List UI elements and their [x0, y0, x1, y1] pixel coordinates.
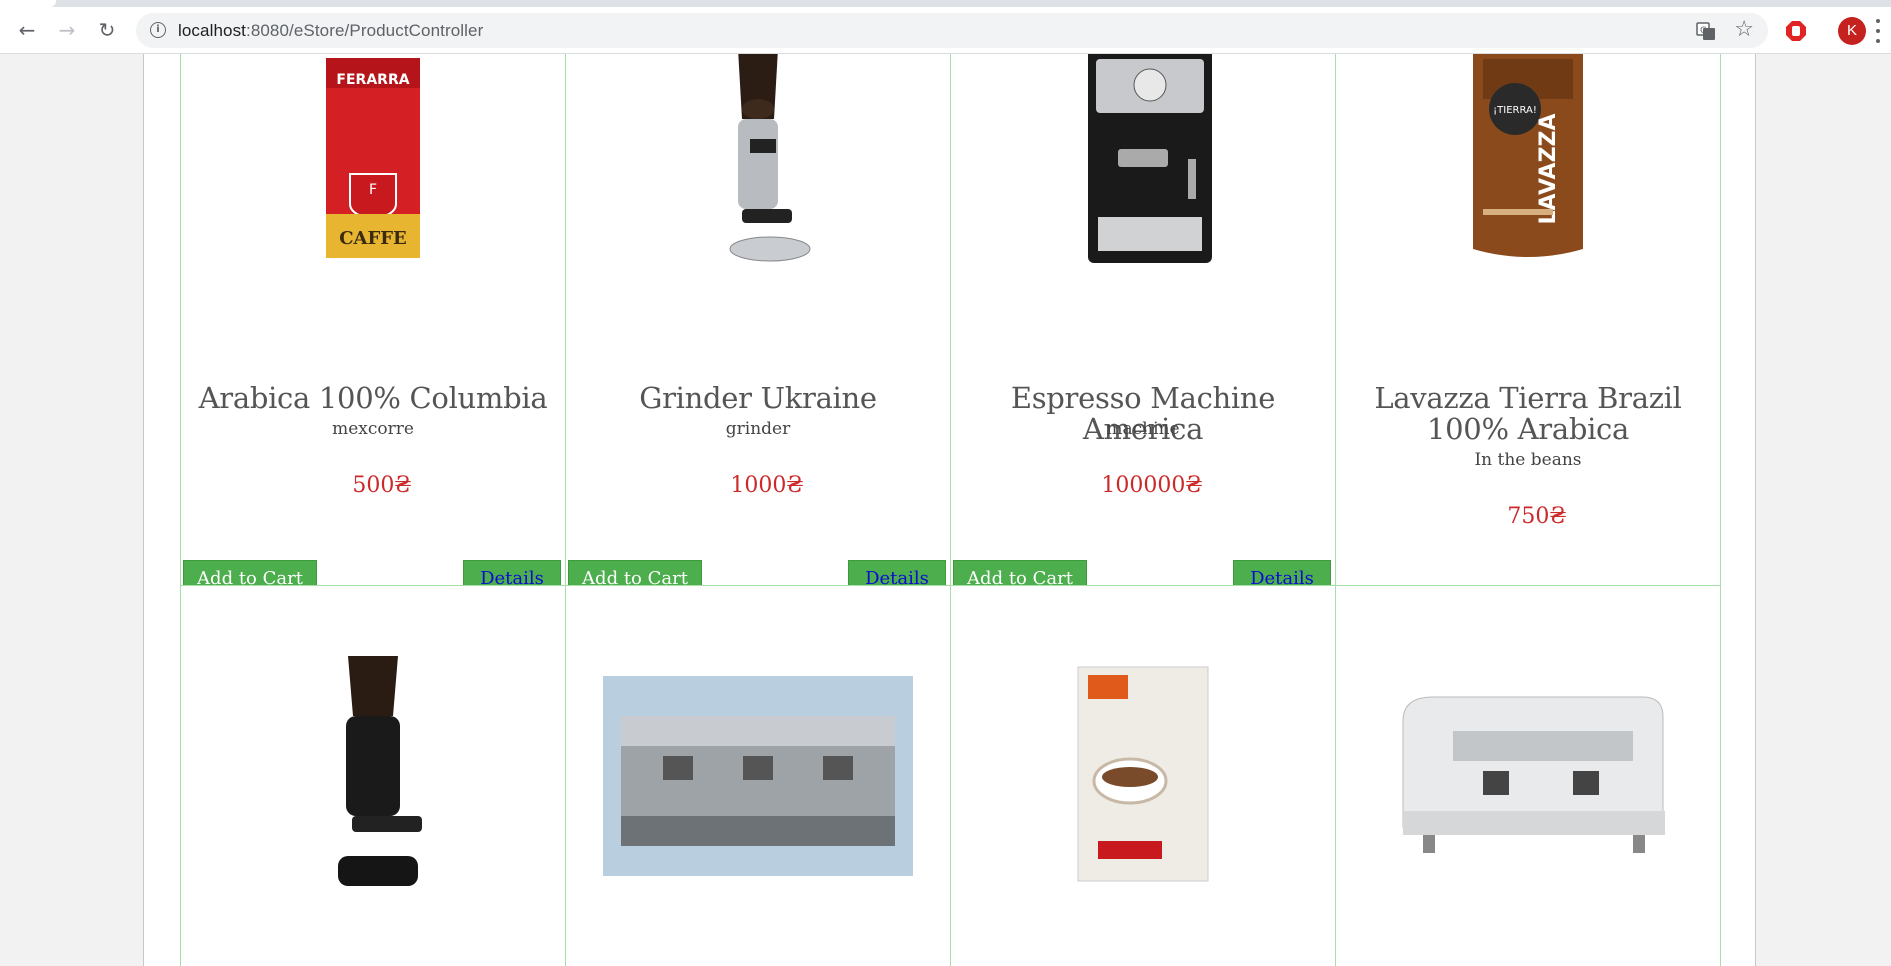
profile-avatar[interactable]: K — [1838, 17, 1866, 45]
browser-toolbar: ← → ↻ i localhost:8080/eStore/ProductCon… — [0, 7, 1891, 54]
product-name[interactable]: Arabica 100% Columbia — [181, 383, 565, 414]
product-price: 1000₴ — [730, 473, 804, 498]
product-card — [180, 585, 566, 966]
product-price: 500₴ — [352, 473, 412, 498]
coffee-bag-red-icon: FERARRA F CAFFE — [181, 54, 565, 269]
product-category: In the beans — [1474, 450, 1582, 470]
product-name[interactable]: Lavazza Tierra Brazil 100% Arabica — [1336, 383, 1720, 445]
product-card — [950, 585, 1336, 966]
reload-icon: ↻ — [98, 18, 116, 42]
espresso-machine-icon — [951, 54, 1335, 269]
product-price: 100000₴ — [1101, 473, 1203, 498]
product-container: FERARRA F CAFFE Arabica 100% Columbia me… — [143, 54, 1756, 966]
arrow-right-icon: → — [58, 18, 76, 42]
arrow-left-icon: ← — [18, 18, 36, 42]
active-tab[interactable] — [0, 0, 56, 7]
back-button[interactable]: ← — [13, 16, 41, 44]
page-viewport: FERARRA F CAFFE Arabica 100% Columbia me… — [0, 54, 1891, 966]
browser-menu-icon[interactable] — [1876, 19, 1880, 43]
url-host: localhost — [178, 21, 246, 40]
product-name[interactable]: Grinder Ukraine — [566, 383, 950, 414]
tab-strip — [0, 0, 1891, 7]
coffee-grinder-icon — [566, 54, 950, 269]
commercial-espresso-machine-icon — [566, 656, 950, 896]
black-grinder-icon — [181, 656, 565, 896]
svg-text:LAVAZZA: LAVAZZA — [1536, 113, 1561, 224]
svg-text:G: G — [1700, 26, 1707, 36]
coffee-bag-brown-icon: ¡TIERRA! LAVAZZA — [1336, 54, 1720, 269]
adblock-extension-icon[interactable] — [1785, 20, 1807, 42]
product-card — [1335, 585, 1721, 966]
white-espresso-machine-icon — [1336, 656, 1720, 896]
product-card: ¡TIERRA! LAVAZZA Lavazza Tierra Brazil 1… — [1335, 54, 1721, 640]
svg-text:F: F — [369, 182, 377, 198]
product-card: Espresso Machine America machine 100000₴… — [950, 54, 1336, 640]
address-bar[interactable]: i localhost:8080/eStore/ProductControlle… — [136, 13, 1768, 48]
product-card — [565, 585, 951, 966]
product-category: machine — [1106, 419, 1180, 439]
product-price: 750₴ — [1507, 504, 1567, 529]
malongo-coffee-bag-icon — [951, 656, 1335, 896]
bookmark-star-icon[interactable]: ☆ — [1734, 17, 1754, 42]
info-icon[interactable]: i — [150, 22, 166, 38]
url-text[interactable]: localhost:8080/eStore/ProductController — [178, 13, 483, 48]
url-path: :8080/eStore/ProductController — [246, 21, 484, 40]
product-category: mexcorre — [332, 419, 414, 439]
forward-button[interactable]: → — [53, 16, 81, 44]
svg-text:¡TIERRA!: ¡TIERRA! — [1493, 105, 1537, 116]
product-card: FERARRA F CAFFE Arabica 100% Columbia me… — [180, 54, 566, 640]
translate-icon[interactable]: G — [1696, 21, 1716, 41]
reload-button[interactable]: ↻ — [93, 16, 121, 44]
svg-text:CAFFE: CAFFE — [339, 228, 407, 249]
product-card: Grinder Ukraine grinder 1000₴ Add to Car… — [565, 54, 951, 640]
svg-text:FERARRA: FERARRA — [336, 72, 409, 88]
product-category: grinder — [725, 419, 791, 439]
